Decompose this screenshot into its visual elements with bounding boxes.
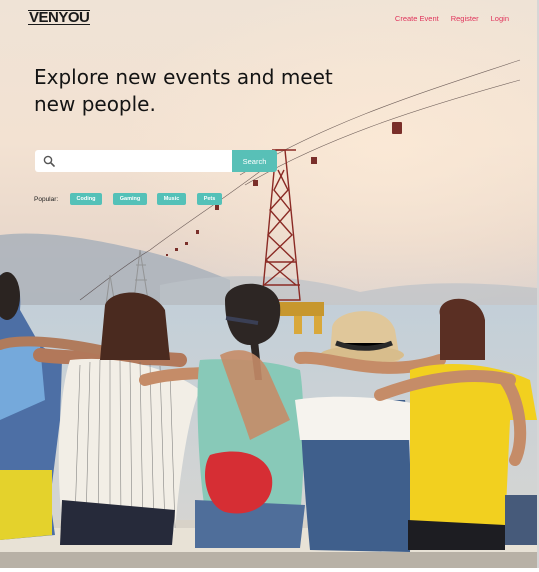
search-button[interactable]: Search bbox=[232, 150, 277, 172]
tag-gaming[interactable]: Gaming bbox=[113, 193, 147, 205]
nav-login-link[interactable]: Login bbox=[491, 14, 509, 23]
search-icon bbox=[43, 155, 55, 167]
page-frame: VENYOU Create Event Register Login Explo… bbox=[0, 0, 539, 568]
tag-music[interactable]: Music bbox=[157, 193, 186, 205]
popular-label: Popular: bbox=[34, 195, 59, 203]
tag-pets[interactable]: Pets bbox=[197, 193, 222, 205]
nav-register-link[interactable]: Register bbox=[451, 14, 479, 23]
search-input[interactable] bbox=[61, 150, 221, 172]
tag-coding[interactable]: Coding bbox=[70, 193, 102, 205]
search-bar: Search bbox=[35, 150, 277, 172]
top-nav: Create Event Register Login bbox=[395, 14, 509, 23]
nav-create-event-link[interactable]: Create Event bbox=[395, 14, 439, 23]
brand-logo[interactable]: VENYOU bbox=[28, 10, 91, 25]
popular-tags-row: Popular: Coding Gaming Music Pets bbox=[34, 193, 222, 205]
search-field[interactable] bbox=[35, 150, 232, 172]
popular-tag-list: Coding Gaming Music Pets bbox=[70, 193, 222, 205]
hero-title: Explore new events and meet new people. bbox=[34, 65, 333, 116]
